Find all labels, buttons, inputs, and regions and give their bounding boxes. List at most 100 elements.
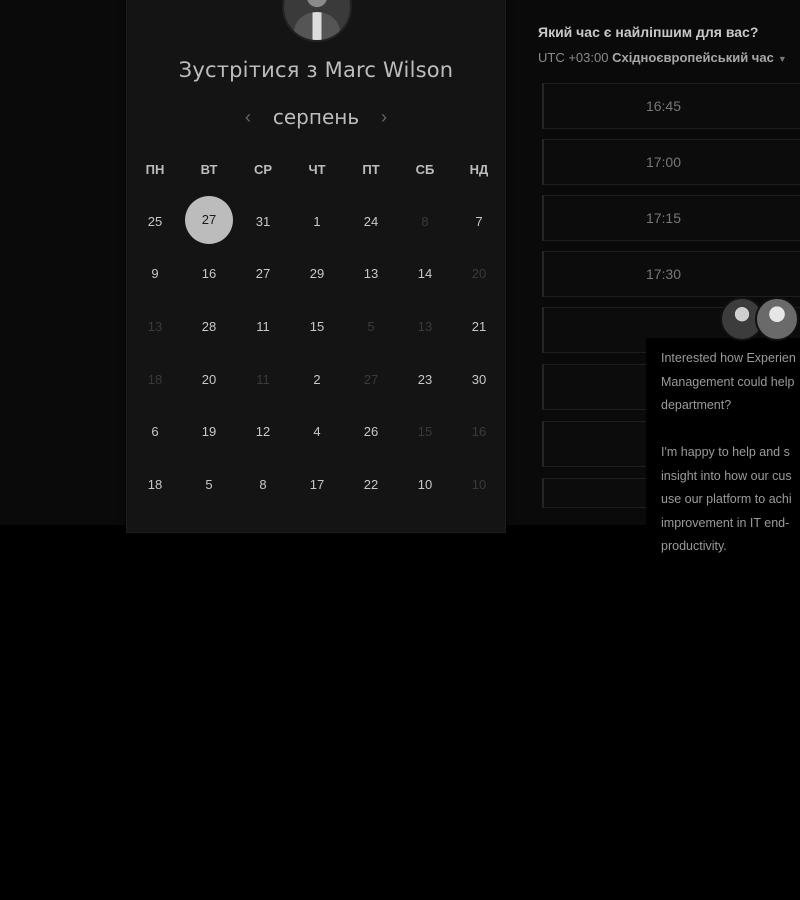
calendar-day[interactable]: 28 [182, 300, 236, 353]
calendar-day: 20 [452, 248, 506, 301]
calendar-day[interactable]: 4 [290, 405, 344, 458]
calendar-day: 13 [128, 300, 182, 353]
calendar-day[interactable]: 6 [128, 405, 182, 458]
day-number: 11 [256, 318, 270, 334]
meeting-title: Зустрітися з Marc Wilson [178, 58, 454, 82]
calendar-day: 16 [452, 405, 506, 458]
next-month-icon[interactable]: › [366, 104, 402, 130]
calendar-day[interactable]: 25 [128, 195, 182, 248]
calendar-day[interactable]: 10 [398, 458, 452, 511]
day-number: 30 [471, 371, 487, 387]
day-number: 11 [256, 371, 270, 387]
calendar-day: 10 [452, 458, 506, 511]
calendar-day[interactable]: 15 [290, 300, 344, 353]
month-label: серпень [272, 105, 360, 129]
day-number: 2 [313, 371, 321, 387]
prev-month-icon[interactable]: ‹ [230, 104, 266, 130]
calendar-day[interactable]: 26 [344, 405, 398, 458]
calendar-day[interactable]: 30 [452, 353, 506, 406]
day-number: 27 [201, 211, 217, 227]
time-slot[interactable]: 17:15 [542, 195, 800, 241]
calendar-day[interactable]: 7 [452, 195, 506, 248]
time-slot-label: 17:30 [645, 266, 682, 282]
calendar-day[interactable]: 2 [290, 353, 344, 406]
calendar-day: 15 [398, 405, 452, 458]
weekday-label: СБ [415, 162, 435, 177]
calendar-day: 13 [398, 300, 452, 353]
calendar-day[interactable]: 21 [452, 300, 506, 353]
timezone-selector[interactable]: UTC +03:00 Східноєвропейський час ▼ [538, 50, 787, 65]
calendar-day-grid: 25 27 31 1 24 8 7 9 16 27 29 13 14 20 13 28 11 15 5 13 21 18 2… [128, 195, 506, 511]
calendar-day: 5 [344, 300, 398, 353]
day-number: 31 [255, 213, 271, 229]
day-number: 14 [417, 266, 433, 282]
day-number: 5 [367, 318, 375, 334]
weekday-label: ВТ [200, 162, 218, 177]
day-number: 25 [147, 213, 163, 229]
calendar-day: 11 [236, 353, 290, 406]
day-number: 1 [313, 213, 321, 229]
calendar-day[interactable]: 18 [128, 458, 182, 511]
agent-avatar [755, 297, 799, 341]
month-navigation: ‹ серпень › [126, 104, 506, 130]
day-number: 8 [259, 476, 267, 492]
day-number: 13 [363, 266, 379, 282]
day-number: 7 [475, 213, 483, 229]
day-number: 13 [417, 318, 433, 334]
day-number: 21 [471, 318, 487, 334]
day-number: 18 [147, 371, 163, 387]
day-number: 29 [309, 266, 325, 282]
calendar-day[interactable]: 22 [344, 458, 398, 511]
day-number: 19 [201, 424, 217, 440]
day-number: 18 [147, 476, 163, 492]
calendar-day[interactable]: 11 [236, 300, 290, 353]
calendar-day[interactable]: 31 [236, 195, 290, 248]
selected-day[interactable]: 27 [182, 195, 236, 248]
calendar-day[interactable]: 19 [182, 405, 236, 458]
day-number: 9 [151, 266, 159, 282]
calendar-day[interactable]: 14 [398, 248, 452, 301]
calendar-day[interactable]: 23 [398, 353, 452, 406]
time-slot[interactable]: 16:45 [542, 83, 800, 129]
day-number: 22 [363, 476, 379, 492]
calendar-day[interactable]: 20 [182, 353, 236, 406]
day-number: 4 [313, 424, 321, 440]
day-number: 16 [201, 266, 217, 282]
day-number: 24 [363, 213, 379, 229]
time-slot[interactable]: 17:00 [542, 139, 800, 185]
calendar-day[interactable]: 5 [182, 458, 236, 511]
day-number: 13 [147, 318, 163, 334]
day-number: 26 [363, 424, 379, 440]
time-slot[interactable]: 17:30 [542, 251, 800, 297]
day-number: 10 [417, 476, 433, 492]
calendar-day[interactable]: 16 [182, 248, 236, 301]
day-number: 27 [255, 266, 271, 282]
day-number: 16 [471, 424, 487, 440]
day-number: 6 [151, 424, 159, 440]
timezone-offset: UTC +03:00 [538, 50, 609, 65]
calendar-day[interactable]: 24 [344, 195, 398, 248]
calendar-day: 8 [398, 195, 452, 248]
calendar-day[interactable]: 8 [236, 458, 290, 511]
calendar-day[interactable]: 12 [236, 405, 290, 458]
calendar-day[interactable]: 9 [128, 248, 182, 301]
day-number: 15 [309, 318, 325, 334]
day-number: 8 [421, 213, 429, 229]
calendar-day: 18 [128, 353, 182, 406]
calendar-day[interactable]: 17 [290, 458, 344, 511]
day-number: 23 [417, 371, 433, 387]
weekday-label: ПТ [362, 162, 380, 177]
day-number: 20 [471, 266, 487, 282]
calendar-day[interactable]: 1 [290, 195, 344, 248]
weekday-header: ПН ВТ СР ЧТ ПТ СБ НД [128, 162, 506, 177]
time-question: Який час є найліпшим для вас? [538, 24, 759, 40]
day-number: 12 [255, 424, 271, 440]
time-slot-label: 16:45 [645, 98, 682, 114]
day-number: 15 [417, 424, 433, 440]
calendar-day[interactable]: 29 [290, 248, 344, 301]
day-number: 28 [201, 318, 217, 334]
time-slot-label: 17:00 [645, 154, 682, 170]
calendar-day[interactable]: 27 [236, 248, 290, 301]
calendar-day[interactable]: 13 [344, 248, 398, 301]
time-slot-label: 17:15 [645, 210, 682, 226]
